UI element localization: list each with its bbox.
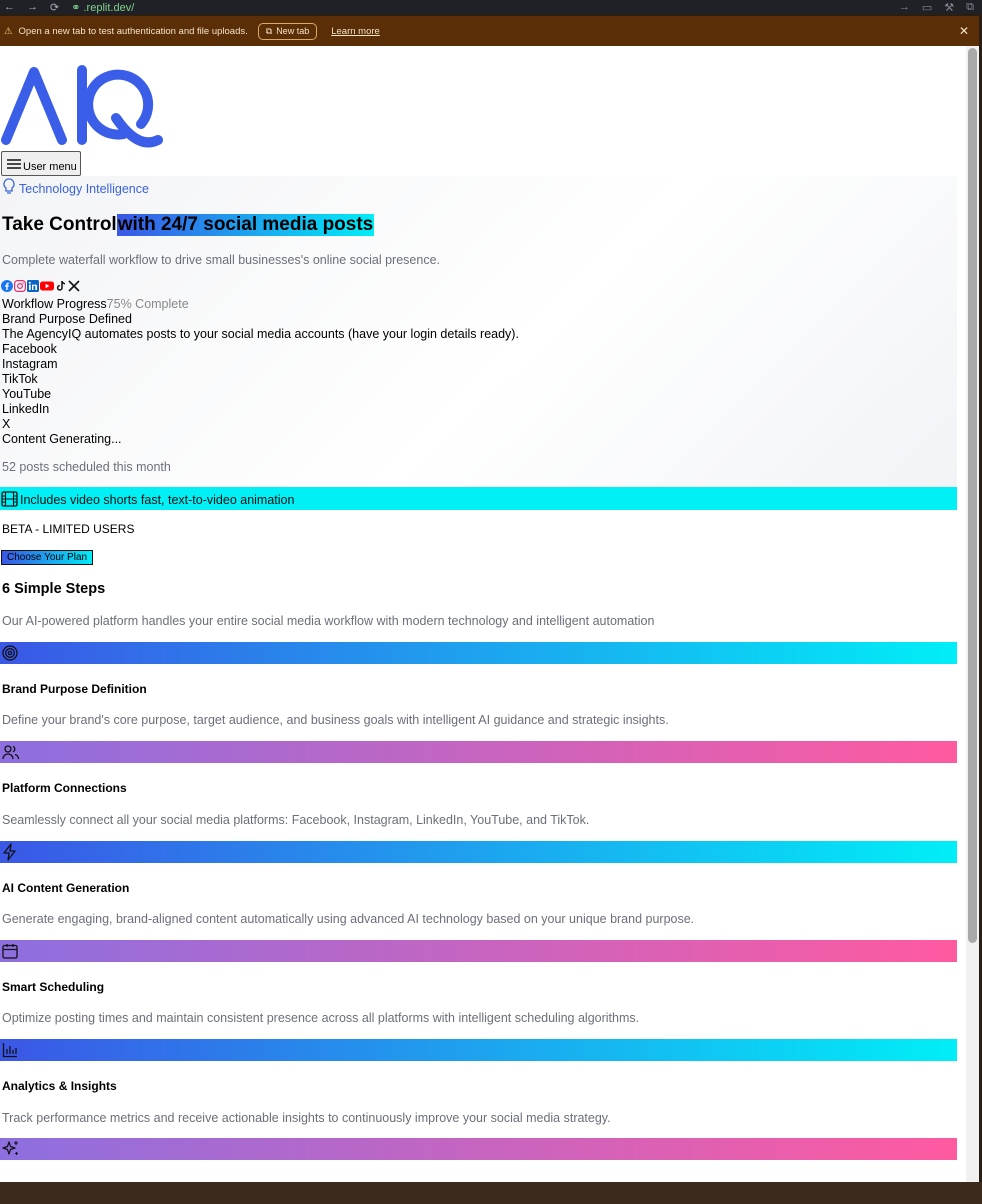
devices-icon[interactable]: ▭ <box>922 1 932 14</box>
progress-row: Workflow Progress75% Complete <box>2 297 519 312</box>
step-1-bar <box>0 642 957 664</box>
warning-icon: ⚠ <box>4 25 13 37</box>
step-3-desc: Generate engaging, brand-aligned content… <box>2 912 695 926</box>
target-icon <box>2 645 18 661</box>
calendar-icon <box>2 944 18 959</box>
progress-status: 75% Complete <box>106 297 189 311</box>
posts-scheduled: 52 posts scheduled this month <box>2 460 171 474</box>
back-icon[interactable]: ← <box>4 1 15 13</box>
tag-line: Technology Intelligence <box>2 178 149 196</box>
page-scrollbar[interactable] <box>966 46 979 1182</box>
social-icons-row <box>1 280 80 292</box>
hero-section: Technology Intelligence Take Control wit… <box>0 176 957 488</box>
step-4-title: Smart Scheduling <box>2 980 105 994</box>
workflow-status: Workflow Progress75% Complete Brand Purp… <box>2 297 519 447</box>
url-text: .replit.dev/ <box>83 1 135 14</box>
desktop-background <box>0 1182 982 1204</box>
instagram-icon <box>14 280 26 292</box>
auth-warning-banner: ⚠ Open a new tab to test authentication … <box>0 16 979 46</box>
platform-x: X <box>2 417 11 431</box>
step-1-title: Brand Purpose Definition <box>2 682 147 696</box>
hamburger-icon <box>7 158 21 169</box>
platform-linkedin: LinkedIn <box>2 402 50 416</box>
sparkles-icon <box>2 1141 18 1155</box>
external-link-icon: ⧉ <box>265 25 273 36</box>
bar-chart-icon <box>2 1043 17 1058</box>
learn-more-link[interactable]: Learn more <box>331 26 380 37</box>
open-external-icon[interactable]: → <box>899 1 910 14</box>
video-feature-banner: Includes video shorts fast, text-to-vide… <box>0 487 957 510</box>
new-tab-label: New tab <box>276 26 310 36</box>
facebook-icon <box>1 280 13 292</box>
automation-note: The AgencyIQ automates posts to your soc… <box>2 327 519 341</box>
content-generating-status: Content Generating... <box>2 432 122 446</box>
step-3-bar <box>0 841 957 863</box>
hero-title-highlight: with 24/7 social media posts <box>116 214 375 236</box>
forward-icon[interactable]: → <box>27 1 38 13</box>
wrench-icon[interactable]: ⚒ <box>944 1 954 14</box>
steps-title: 6 Simple Steps <box>2 581 106 597</box>
lightning-icon <box>3 843 16 861</box>
hero-subtitle: Complete waterfall workflow to drive sma… <box>2 253 440 267</box>
tiktok-icon <box>56 280 66 291</box>
browser-toolbar: ← → ⟳ ⚭ .replit.dev/ → ▭ ⚒ ⧉ <box>0 0 982 14</box>
platform-youtube: YouTube <box>2 387 52 401</box>
video-feature-text: Includes video shorts fast, text-to-vide… <box>20 493 295 507</box>
brand-purpose-status: Brand Purpose Defined <box>2 312 132 326</box>
platform-tiktok: TikTok <box>2 372 38 386</box>
users-icon <box>2 745 20 760</box>
lightbulb-icon <box>3 178 15 194</box>
platform-instagram: Instagram <box>2 357 58 371</box>
popout-icon[interactable]: ⧉ <box>966 1 974 14</box>
address-bar[interactable]: ⚭ .replit.dev/ <box>71 1 134 14</box>
beta-label: BETA - LIMITED USERS <box>2 522 135 536</box>
choose-plan-button[interactable]: Choose Your Plan <box>1 550 94 565</box>
step-4-desc: Optimize posting times and maintain cons… <box>2 1011 640 1025</box>
app-page: User menu Technology Intelligence Take C… <box>0 46 966 1182</box>
step-3-title: AI Content Generation <box>2 881 130 895</box>
step-1-desc: Define your brand's core purpose, target… <box>2 713 669 727</box>
step-4-bar <box>0 940 957 962</box>
step-2-bar <box>0 741 957 763</box>
hero-title-plain: Take Control <box>2 214 117 235</box>
step-5-title: Analytics & Insights <box>2 1079 117 1093</box>
progress-label: Workflow Progress <box>2 297 107 311</box>
step-5-bar <box>0 1039 957 1061</box>
platform-facebook: Facebook <box>2 342 57 356</box>
close-icon[interactable]: ✕ <box>959 24 969 38</box>
user-menu-button[interactable]: User menu <box>1 151 81 176</box>
x-icon <box>68 280 80 292</box>
user-menu-label: User menu <box>23 160 77 173</box>
link-icon: ⚭ <box>71 1 81 14</box>
step-5-desc: Track performance metrics and receive ac… <box>2 1111 611 1125</box>
linkedin-icon <box>27 280 39 292</box>
youtube-icon <box>40 281 54 291</box>
banner-message: Open a new tab to test authentication an… <box>18 25 248 37</box>
step-6-bar <box>0 1138 957 1160</box>
new-tab-button[interactable]: ⧉ New tab <box>257 22 318 40</box>
steps-subtitle: Our AI-powered platform handles your ent… <box>2 614 655 628</box>
hero-title: Take Control with 24/7 social media post… <box>2 214 375 236</box>
aiq-logo <box>1 65 163 148</box>
step-2-desc: Seamlessly connect all your social media… <box>2 813 590 827</box>
reload-icon[interactable]: ⟳ <box>50 1 59 14</box>
step-2-title: Platform Connections <box>2 781 127 795</box>
film-icon <box>1 490 18 507</box>
tag-text: Technology Intelligence <box>19 182 149 196</box>
scrollbar-thumb[interactable] <box>968 48 977 943</box>
